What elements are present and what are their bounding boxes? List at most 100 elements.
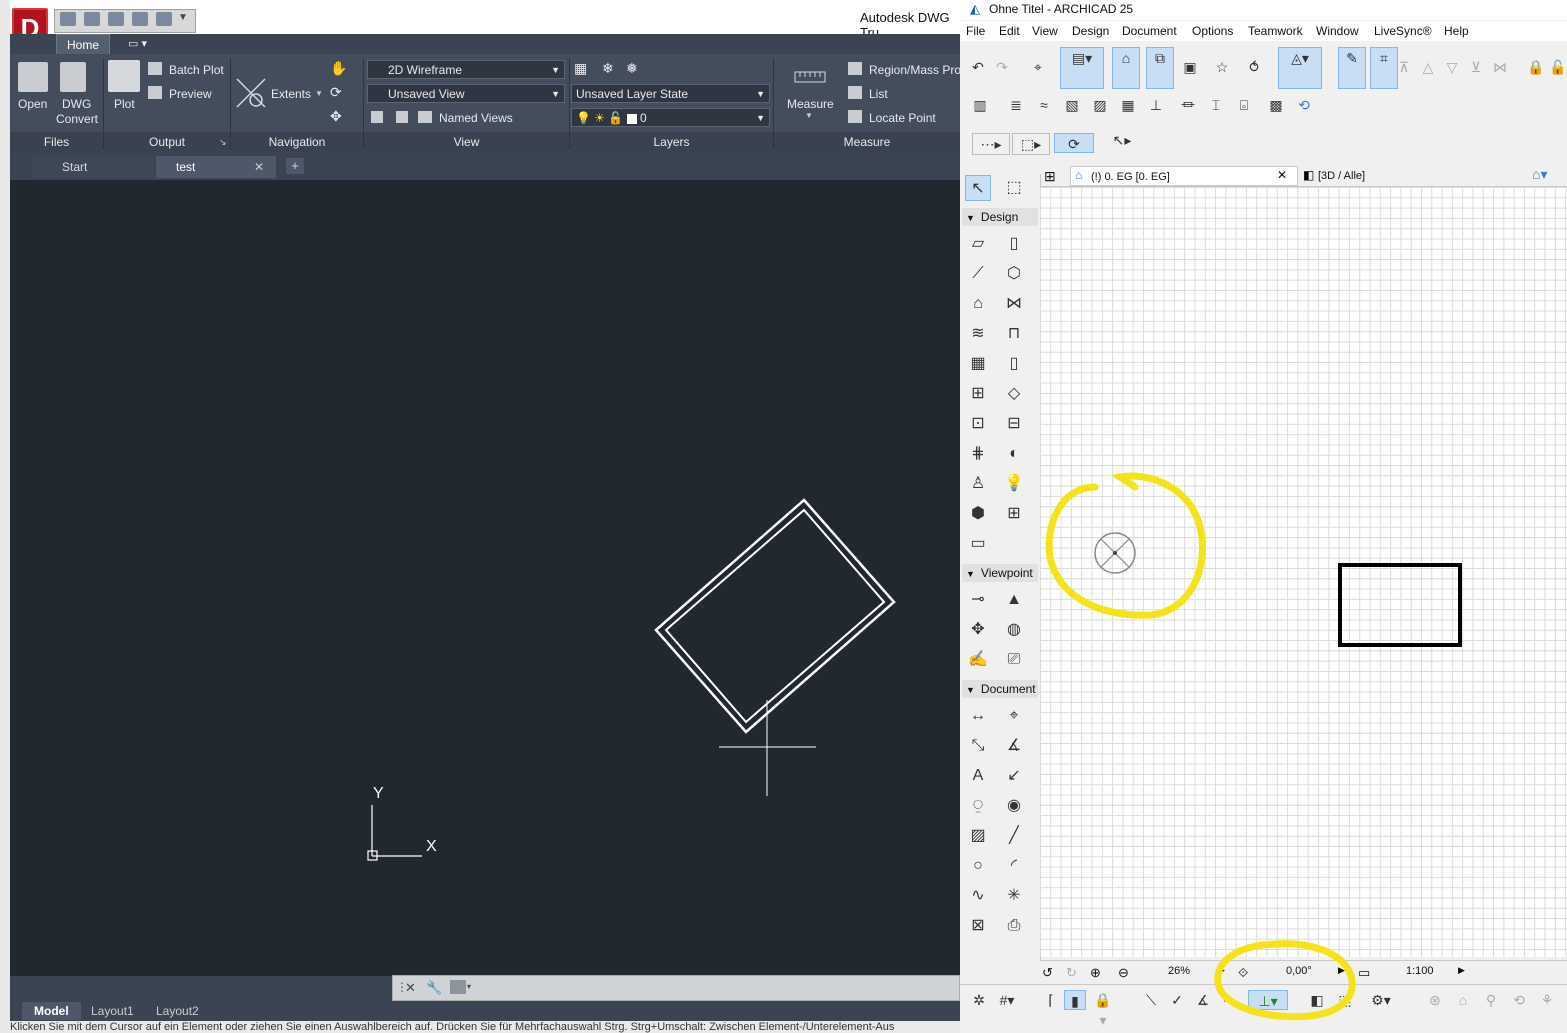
open-folder-large-icon[interactable] <box>18 62 48 92</box>
partial-structure-icon[interactable]: ⚲ <box>1480 990 1502 1010</box>
region-mass-button[interactable]: Region/Mass Pro <box>869 63 960 77</box>
toolbox-section-design[interactable]: ▼ Design <box>962 208 1038 226</box>
batch-plot-button[interactable]: Batch Plot <box>169 63 224 77</box>
toolbox-section-viewpoint[interactable]: ▼ Viewpoint <box>962 564 1038 582</box>
window-tool-icon[interactable]: ⊞ <box>965 381 991 407</box>
curtain-wall-tool-icon[interactable]: ▦ <box>965 351 991 377</box>
menu-options[interactable]: Options <box>1192 24 1233 38</box>
menu-edit[interactable]: Edit <box>999 24 1020 38</box>
zoom-level-value[interactable]: 26% <box>1168 965 1190 977</box>
steering-wheel-icon[interactable]: ✥ <box>330 108 342 125</box>
fill-types-icon[interactable]: ▧ <box>1062 95 1082 115</box>
menu-view[interactable]: View <box>1032 24 1058 38</box>
save-icon[interactable] <box>84 12 100 26</box>
line-weight-icon[interactable]: ⟍ <box>1140 990 1162 1010</box>
roof-tool-icon[interactable]: ⌂ <box>965 291 991 317</box>
close-floor-plan-tab-icon[interactable]: ✕ <box>1277 168 1287 182</box>
plot-button[interactable]: Plot <box>114 97 135 111</box>
region-mass-icon[interactable] <box>848 62 862 75</box>
section-tool-icon[interactable]: ⊸ <box>965 587 991 613</box>
camera-tool-icon[interactable]: ⎚ <box>1001 647 1027 673</box>
find-select-icon[interactable]: ⌖ <box>1028 57 1048 77</box>
corner-window-tool-icon[interactable]: ⊟ <box>1001 411 1027 437</box>
door-tool-icon[interactable]: ▯ <box>1001 351 1027 377</box>
command-customize-icon[interactable]: 🔧 <box>426 980 442 996</box>
marquee-mode-icon[interactable]: ⬚▸ <box>1012 133 1050 155</box>
drawing-frame-tool-icon[interactable]: ⎙ <box>1001 913 1027 939</box>
zoom-next-icon[interactable]: ↻ <box>1066 965 1077 981</box>
opening-tool-icon[interactable]: ▭ <box>965 531 991 557</box>
pens-icon[interactable]: ⊥ <box>1146 95 1166 115</box>
sync-icon[interactable]: ⟲ <box>1294 95 1314 115</box>
align-up-icon[interactable]: △ <box>1418 57 1438 77</box>
attribute-icon[interactable]: ▥ <box>970 95 990 115</box>
elevation-tool-icon[interactable]: ▲ <box>1001 587 1027 613</box>
ruler-icon[interactable]: ⌈ <box>1040 990 1062 1010</box>
menu-document[interactable]: Document <box>1122 24 1177 38</box>
check-icon[interactable]: ✓ <box>1166 990 1188 1010</box>
open-folder-icon[interactable] <box>60 12 76 26</box>
pan-hand-icon[interactable]: ✋ <box>330 60 347 77</box>
perspective-icon[interactable] <box>396 111 408 123</box>
graphic-override-icon[interactable]: ⊛ <box>1424 990 1446 1010</box>
layer-state-dropdown[interactable]: Unsaved Layer State ▼ <box>571 84 770 103</box>
dwg-convert-label-2[interactable]: Convert <box>56 112 98 126</box>
new-tab-icon[interactable]: + <box>286 158 304 174</box>
menu-design[interactable]: Design <box>1072 24 1109 38</box>
figure-tool-icon[interactable]: ⊠ <box>965 913 991 939</box>
spline-tool-icon[interactable]: ∿ <box>965 883 991 909</box>
trace-icon[interactable]: ▮ <box>1064 990 1086 1010</box>
column-tool-icon[interactable]: ▯ <box>1001 231 1027 257</box>
schedule-icon[interactable]: ▩ <box>1266 95 1286 115</box>
dwg-convert-label-1[interactable]: DWG <box>62 97 91 111</box>
radial-dimension-tool-icon[interactable]: ⤡ <box>965 733 991 759</box>
morph-tool-icon[interactable]: ◐ <box>1001 441 1027 467</box>
unlock-icon[interactable]: 🔓 <box>1548 57 1567 77</box>
detail-tool-icon[interactable]: ✍ <box>965 647 991 673</box>
output-dialog-launcher-icon[interactable]: ↘ <box>219 137 227 148</box>
scale-value[interactable]: 1:100 <box>1406 965 1434 977</box>
undo-icon[interactable]: ↶ <box>968 57 988 77</box>
mirror-icon[interactable]: ⋈ <box>1490 57 1510 77</box>
align-top-icon[interactable]: ⊼ <box>1394 57 1414 77</box>
tab-model[interactable]: Model <box>22 1002 81 1020</box>
visual-style-dropdown[interactable]: 2D Wireframe ▼ <box>367 60 565 79</box>
layer-dropdown[interactable]: 💡 ☀ 🔓 0 ▼ <box>571 108 770 127</box>
arrow-tool-icon[interactable]: ↖ <box>965 175 991 201</box>
print-icon[interactable] <box>108 12 124 26</box>
fill-tool-icon[interactable]: ▨ <box>965 823 991 849</box>
drawing-tool-icon[interactable]: ◉ <box>1001 793 1027 819</box>
curtain-panel-tool-icon[interactable]: ⊞ <box>1001 501 1027 527</box>
toolbox-section-document[interactable]: ▼ Document <box>962 680 1038 698</box>
zoom-previous-icon[interactable]: ↺ <box>1042 965 1053 981</box>
building-materials-icon[interactable]: ⏛ <box>1178 95 1198 115</box>
layer-freeze-icon[interactable]: ❄ <box>602 60 614 77</box>
lamp-tool-icon[interactable]: 💡 <box>1001 471 1027 497</box>
saved-view-dropdown[interactable]: Unsaved View ▼ <box>367 84 565 103</box>
align-bottom-icon[interactable]: ⊻ <box>1466 57 1486 77</box>
menu-window[interactable]: Window <box>1316 24 1359 38</box>
pet-palette-icon[interactable]: ⋯▸ <box>972 133 1010 155</box>
renovation-icon[interactable]: ⚙▾ <box>1370 990 1392 1010</box>
layer-lock-icon[interactable]: 🔒▾ <box>1092 990 1114 1028</box>
tab-floor-plan[interactable]: (!) 0. EG [0. EG] <box>1070 166 1298 186</box>
close-tab-icon[interactable]: ✕ <box>254 160 264 174</box>
batch-plot-small-icon[interactable] <box>148 62 162 75</box>
profiles-icon[interactable]: ▦ <box>1118 95 1138 115</box>
zone-tool-icon[interactable]: ⬢ <box>965 501 991 527</box>
extents-dropdown-icon[interactable]: ▼ <box>315 89 323 98</box>
locate-point-icon[interactable] <box>848 110 862 123</box>
grid-snap-icon[interactable]: #▾ <box>996 990 1018 1010</box>
pen-set-icon[interactable]: ⚘ <box>1536 990 1558 1010</box>
renovation-filter-icon[interactable]: ◬▾ <box>1278 47 1322 89</box>
tab-overview-icon[interactable]: ⊞ <box>1044 166 1066 186</box>
menu-help[interactable]: Help <box>1444 24 1469 38</box>
list-icon[interactable] <box>848 86 862 99</box>
print-preview-icon[interactable] <box>132 12 148 26</box>
magic-wand-icon[interactable]: ✎ <box>1338 47 1366 89</box>
qat-dropdown-icon[interactable]: ▼ <box>178 12 188 23</box>
open-button[interactable]: Open <box>18 97 47 111</box>
trace-reference-icon[interactable]: ⥀ <box>1244 57 1264 77</box>
command-history-dropdown-icon[interactable]: ▾ <box>467 982 471 991</box>
dimension-tool-icon[interactable]: ↔ <box>965 703 991 729</box>
